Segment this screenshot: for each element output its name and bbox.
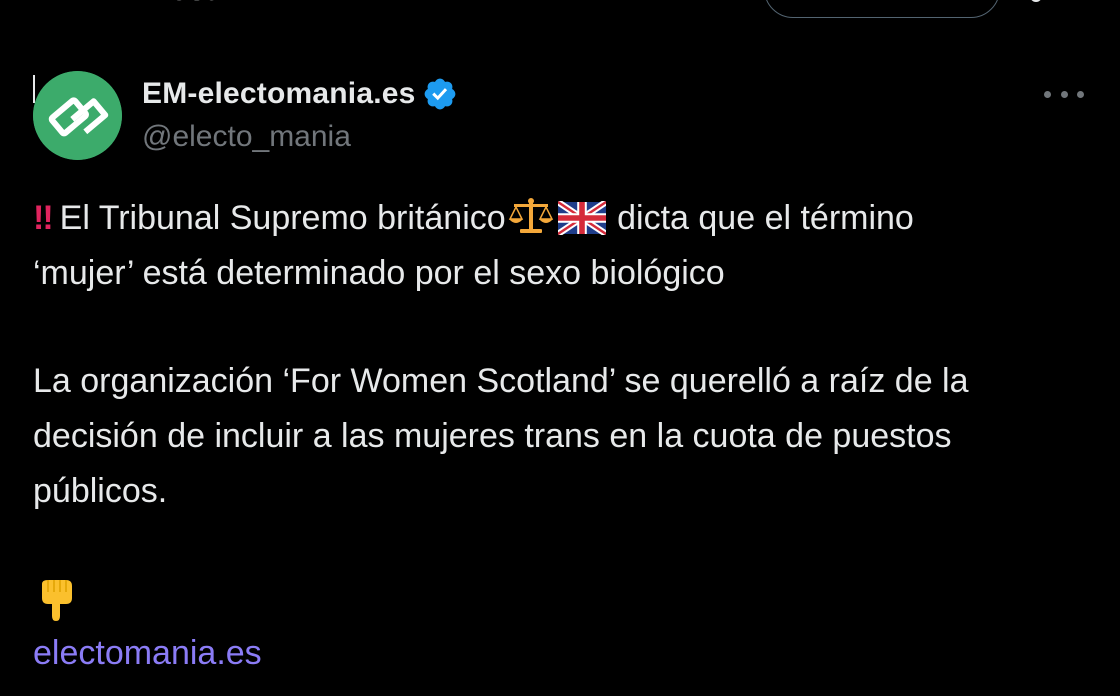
- text-cursor: [33, 75, 35, 103]
- tweet: EM-electomania.es @electo_mania !! El Tri…: [0, 0, 1120, 696]
- author-row: EM-electomania.es: [142, 76, 458, 112]
- tweet-text-line: decisión de incluir a las mujeres trans …: [33, 417, 952, 455]
- tweet-text-line: La organización ‘For Women Scotland’ se …: [33, 362, 969, 400]
- tweet-text-line: ‘mujer’ está determinado por el sexo bio…: [33, 254, 725, 292]
- author-handle[interactable]: @electo_mania: [142, 120, 351, 154]
- balance-scale-icon: [508, 197, 554, 252]
- external-link[interactable]: electomania.es: [33, 626, 262, 681]
- electomania-logo-icon: [33, 71, 122, 160]
- uk-flag-icon: [555, 197, 608, 252]
- more-options-icon[interactable]: [1044, 84, 1084, 104]
- tweet-text-line: públicos.: [33, 472, 168, 510]
- tweet-text-segment: El Tribunal Supremo británico: [59, 199, 506, 237]
- pointing-down-icon: [36, 578, 76, 622]
- tweet-text-line: !! El Tribunal Supremo británico dicta qu…: [33, 191, 1103, 252]
- tweet-text-segment: dicta que el término: [617, 199, 914, 237]
- verified-badge-icon[interactable]: [422, 76, 458, 112]
- double-exclamation-icon: !!: [33, 199, 54, 237]
- avatar[interactable]: [33, 71, 122, 160]
- display-name[interactable]: EM-electomania.es: [142, 77, 416, 111]
